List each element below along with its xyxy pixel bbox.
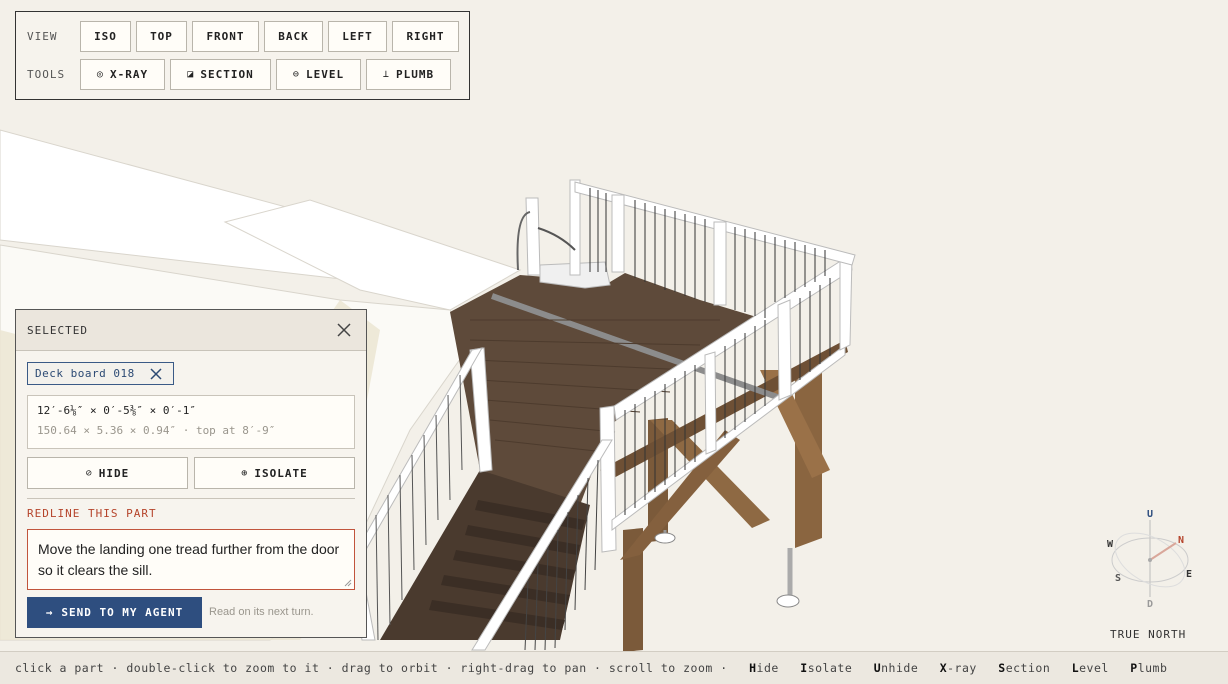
section-icon: ◪ (187, 69, 195, 80)
redline-text: Move the landing one tread further from … (38, 541, 340, 578)
panel-title: SELECTED (27, 324, 88, 337)
redline-textarea[interactable]: Move the landing one tread further from … (27, 529, 355, 590)
level-tool-button[interactable]: ⊖ LEVEL (276, 59, 361, 90)
view-top-button[interactable]: TOP (136, 21, 187, 52)
remove-selection-icon[interactable] (149, 367, 163, 381)
view-right-button[interactable]: RIGHT (392, 21, 459, 52)
panel-header: SELECTED (16, 310, 366, 351)
xray-tool-button[interactable]: ◎ X-RAY (80, 59, 165, 90)
selection-panel: SELECTED Deck board 018 12′-6⅛″ × 0′-5⅜″… (15, 309, 367, 638)
plumb-icon: ⊥ (382, 69, 390, 80)
navigation-hint: click a part · double-click to zoom to i… (15, 661, 728, 675)
redline-label: REDLINE THIS PART (27, 507, 157, 520)
xray-tool-label: X-RAY (109, 68, 149, 81)
eye-off-icon: ⊘ (85, 467, 93, 479)
dimensions-box: 12′-6⅛″ × 0′-5⅜″ × 0′-1″ 150.64 × 5.36 ×… (27, 395, 355, 449)
target-icon: ⊕ (241, 467, 249, 479)
plumb-tool-button[interactable]: ⊥ PLUMB (366, 59, 451, 90)
shortcut-level: Level (1071, 661, 1109, 675)
view-back-button[interactable]: BACK (264, 21, 323, 52)
compass-west: W (1107, 539, 1114, 550)
section-tool-button[interactable]: ◪ SECTION (170, 59, 271, 90)
stair-flight[interactable] (380, 470, 590, 640)
arrow-right-icon: → (45, 606, 54, 619)
compass-north: N (1178, 535, 1184, 546)
view-label: VIEW (27, 30, 58, 43)
compass-up: U (1147, 509, 1153, 520)
view-tools-toolbar: VIEW TOOLS ISO TOP FRONT BACK LEFT RIGHT… (15, 11, 470, 100)
view-left-button[interactable]: LEFT (328, 21, 387, 52)
compass-south: S (1115, 573, 1121, 584)
status-hints: click a part · double-click to zoom to i… (15, 661, 1167, 675)
hide-button-label: HIDE (98, 466, 130, 480)
compass-down: D (1147, 599, 1153, 610)
send-note: Read on its next turn. (209, 606, 314, 618)
orientation-compass[interactable]: U D N S E W (1098, 505, 1208, 610)
dimensions-imperial: 12′-6⅛″ × 0′-5⅜″ × 0′-1″ (37, 404, 196, 417)
selected-part-chip[interactable]: Deck board 018 (27, 362, 174, 385)
hide-button[interactable]: ⊘ HIDE (27, 457, 188, 489)
tools-label: TOOLS (27, 68, 66, 81)
eye-icon: ◎ (96, 69, 104, 80)
compass-east: E (1186, 569, 1192, 580)
shortcut-unhide: Unhide (873, 661, 919, 675)
level-tool-label: LEVEL (305, 68, 345, 81)
level-icon: ⊖ (292, 69, 300, 80)
resize-handle-icon[interactable] (344, 579, 352, 587)
send-to-agent-button[interactable]: → SEND TO MY AGENT (27, 597, 202, 628)
shortcut-plumb: Plumb (1130, 661, 1168, 675)
status-bar: click a part · double-click to zoom to i… (0, 651, 1228, 684)
view-front-button[interactable]: FRONT (192, 21, 259, 52)
plumb-tool-label: PLUMB (395, 68, 435, 81)
selected-part-label: Deck board 018 (35, 367, 135, 380)
divider (27, 498, 355, 499)
section-tool-label: SECTION (200, 68, 254, 81)
shortcut-xray: X-ray (939, 661, 977, 675)
isolate-button[interactable]: ⊕ ISOLATE (194, 457, 355, 489)
view-iso-button[interactable]: ISO (80, 21, 131, 52)
true-north-label: TRUE NORTH (1110, 628, 1187, 641)
send-button-label: SEND TO MY AGENT (61, 606, 184, 619)
dimensions-decimal: 150.64 × 5.36 × 0.94″ · top at 8′-9″ (37, 424, 276, 437)
shortcut-section: Section (998, 661, 1051, 675)
close-icon[interactable] (334, 320, 354, 340)
shortcut-hide: Hide (749, 661, 779, 675)
isolate-button-label: ISOLATE (254, 466, 308, 480)
shortcut-isolate: Isolate (800, 661, 853, 675)
